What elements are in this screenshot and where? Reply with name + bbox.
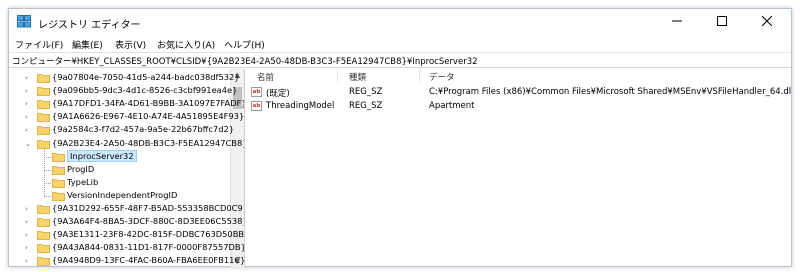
chevron-right-icon[interactable]: › [25, 244, 33, 252]
chevron-right-icon[interactable]: › [25, 218, 33, 226]
tree-key-label[interactable]: {9A3A64F4-8BA5-3DCF-880C-8D3EE06C5538} [52, 216, 244, 226]
tree-key-label[interactable]: InprocServer32 [67, 149, 137, 162]
close-icon [761, 15, 772, 29]
value-type: REG_SZ [349, 101, 383, 111]
value-row[interactable]: ab ThreadingModel REG_SZ Apartment [247, 100, 791, 113]
chevron-right-icon[interactable]: › [25, 113, 33, 121]
minimize-button[interactable] [654, 9, 699, 35]
tree-key[interactable]: › {9a07804e-7050-41d5-a244-badc038df532} [9, 72, 240, 85]
tree-child-key[interactable]: InprocServer32 [9, 149, 229, 164]
tree-key[interactable]: › {9A3E1311-23F8-42DC-815F-DDBC763D50BB} [9, 229, 244, 242]
tree-key[interactable]: › {9a096bb5-9dc3-4d1c-8526-c3cbf991ea4e} [9, 85, 237, 98]
tree-connector-line [44, 156, 51, 158]
menu-help[interactable]: ヘルプ(H) [224, 38, 265, 51]
column-header-data[interactable]: データ [429, 71, 455, 83]
menu-favorites[interactable]: お気に入り(A) [157, 38, 215, 51]
tree-key[interactable]: › {9A43A844-0831-11D1-817F-0000F87557DB} [9, 242, 244, 255]
tree-connector-line [44, 169, 51, 171]
folder-icon [37, 99, 50, 110]
window-title: レジストリ エディター [38, 20, 141, 31]
folder-icon [52, 165, 65, 175]
tree-connector-line [44, 148, 45, 196]
tree-key[interactable]: › {9A17DFD1-34FA-4D61-B9BB-3A1097E7FADF} [9, 98, 244, 111]
menu-bar: ファイル(F) 編集(E) 表示(V) お気に入り(A) ヘルプ(H) [9, 35, 791, 52]
tree-key-label[interactable]: TypeLib [67, 177, 98, 187]
tree-connector-line [44, 182, 51, 184]
folder-icon [52, 191, 65, 201]
chevron-right-icon[interactable]: › [25, 100, 33, 108]
close-button[interactable] [744, 9, 789, 35]
title-bar[interactable]: レジストリ エディター [9, 9, 791, 35]
value-name: (既定) [266, 89, 290, 99]
tree-key-label[interactable]: ProgID [67, 164, 94, 174]
value-data: C:¥Program Files (x86)¥Common Files¥Micr… [429, 87, 791, 97]
registry-editor-app-icon [17, 15, 31, 28]
chevron-down-icon[interactable]: ⌄ [25, 140, 33, 148]
maximize-icon [716, 15, 727, 29]
tree-connector-line [44, 195, 51, 197]
folder-icon [37, 86, 50, 96]
chevron-right-icon[interactable]: › [25, 126, 33, 134]
tree-key[interactable]: › {9A31D292-655F-48F7-B5AD-553358BCD0C9} [9, 203, 244, 216]
registry-editor-window: レジストリ エディター ファイル(F) 編集(E) 表示(V) お気に入り(A)… [8, 8, 792, 267]
chevron-right-icon[interactable]: › [25, 231, 33, 239]
menu-edit[interactable]: 編集(E) [72, 38, 103, 51]
tree-key[interactable]: ⌄ {9A2B23E4-2A50-48DB-B3C3-F5EA12947CB8} [9, 138, 244, 151]
column-separator[interactable] [337, 69, 338, 83]
folder-icon [37, 230, 50, 241]
folder-icon [37, 112, 50, 123]
chevron-right-icon[interactable]: › [25, 87, 33, 95]
folder-icon [37, 139, 50, 149]
values-list-pane[interactable]: 名前 種類 データ ab (既定) REG_SZ C:¥Program File… [247, 69, 791, 267]
value-type: REG_SZ [349, 87, 383, 97]
maximize-button[interactable] [699, 9, 744, 35]
address-path[interactable]: コンピューター¥HKEY_CLASSES_ROOT¥CLSID¥{9A2B23E… [12, 55, 478, 67]
tree-child-key[interactable]: TypeLib [9, 177, 229, 190]
tree-key[interactable]: › {9a2584c3-f7d2-457a-9a5e-22b67bffc7d2} [9, 124, 234, 137]
folder-icon [37, 125, 50, 136]
string-value-icon: ab [251, 101, 262, 111]
string-value-icon: ab [251, 87, 262, 97]
tree-key[interactable]: › {9A4948D9-13FC-4FAC-B60A-FBA6EE0FB11C} [9, 255, 244, 267]
folder-icon [52, 152, 65, 162]
tree-key-label[interactable]: {9A31D292-655F-48F7-B5AD-553358BCD0C9} [52, 203, 244, 213]
chevron-right-icon[interactable]: › [25, 205, 33, 213]
column-header-name[interactable]: 名前 [257, 71, 274, 83]
column-separator[interactable] [419, 69, 420, 83]
tree-key-label[interactable]: {9A1A6626-E967-4E10-A74E-4A51895E4F93} [52, 111, 244, 121]
minimize-icon [671, 16, 682, 29]
tree-key-label[interactable]: {9A43A844-0831-11D1-817F-0000F87557DB} [52, 242, 244, 252]
value-name: ThreadingModel [266, 101, 335, 111]
tree-key[interactable]: › {9A3A64F4-8BA5-3DCF-880C-8D3EE06C5538} [9, 216, 244, 229]
tree-child-key[interactable]: VersionIndependentProgID [9, 190, 229, 203]
address-bar[interactable]: コンピューター¥HKEY_CLASSES_ROOT¥CLSID¥{9A2B23E… [9, 52, 791, 68]
tree-child-key[interactable]: ProgID [9, 164, 229, 177]
folder-icon [37, 73, 50, 83]
key-tree-pane[interactable]: ▲ ▼ › {9a07804e-7050-41d5-a244-badc038df5… [9, 69, 245, 267]
tree-key-label[interactable]: {9A4948D9-13FC-4FAC-B60A-FBA6EE0FB11C} [52, 255, 244, 265]
folder-icon [37, 243, 50, 254]
column-header-type[interactable]: 種類 [349, 71, 366, 83]
chevron-right-icon[interactable]: › [25, 257, 33, 265]
tree-key-label[interactable]: {9A17DFD1-34FA-4D61-B9BB-3A1097E7FADF} [52, 98, 244, 108]
folder-icon [52, 178, 65, 188]
tree-key[interactable]: › {9A1A6626-E967-4E10-A74E-4A51895E4F93} [9, 111, 244, 124]
tree-key-label[interactable]: {9a07804e-7050-41d5-a244-badc038df532} [52, 72, 240, 82]
tree-key-label[interactable]: VersionIndependentProgID [67, 190, 177, 200]
tree-key-label[interactable]: {9a096bb5-9dc3-4d1c-8526-c3cbf991ea4e} [52, 85, 237, 95]
folder-icon [37, 256, 50, 267]
tree-key-label[interactable]: {9A3E1311-23F8-42DC-815F-DDBC763D50BB} [52, 229, 244, 239]
tree-key-label[interactable]: {9a2584c3-f7d2-457a-9a5e-22b67bffc7d2} [52, 124, 234, 134]
value-row[interactable]: ab (既定) REG_SZ C:¥Program Files (x86)¥Co… [247, 86, 791, 99]
menu-file[interactable]: ファイル(F) [15, 38, 63, 51]
chevron-right-icon[interactable]: › [25, 74, 33, 82]
folder-icon [37, 217, 50, 227]
menu-view[interactable]: 表示(V) [115, 38, 146, 51]
value-data: Apartment [429, 101, 475, 111]
folder-icon [37, 204, 50, 214]
tree-key-label[interactable]: {9A2B23E4-2A50-48DB-B3C3-F5EA12947CB8} [52, 138, 244, 148]
